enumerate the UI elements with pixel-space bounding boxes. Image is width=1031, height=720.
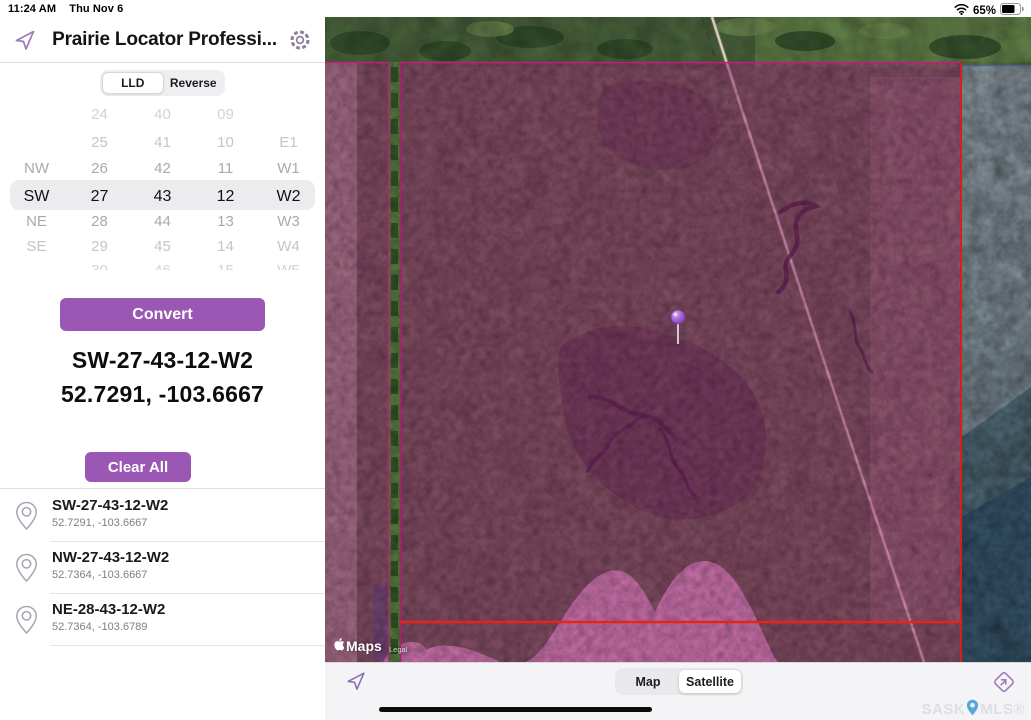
status-date: Thu Nov 6: [69, 3, 123, 15]
maps-attribution-label: Maps: [346, 638, 382, 654]
prairie-locator-app: 11:24 AM Thu Nov 6 65% Prairie Locator P…: [0, 0, 1031, 720]
lld-picker-wheels[interactable]: 244009 254110E1 NW264211W1 SW274312W2 NE…: [5, 108, 320, 270]
battery-percent: 65%: [973, 5, 996, 17]
saved-location-row[interactable]: SW-27-43-12-W2 52.7291, -103.6667: [0, 490, 325, 542]
tab-map[interactable]: Map: [617, 670, 679, 693]
app-header: Prairie Locator Professi...: [0, 25, 325, 61]
tab-reverse[interactable]: Reverse: [164, 72, 224, 94]
page-title: Prairie Locator Professi...: [44, 29, 285, 51]
header-divider: [0, 62, 325, 63]
picker-row[interactable]: 244009: [5, 108, 320, 128]
picker-row[interactable]: NE284413W3: [5, 209, 320, 235]
result-coordinates: 52.7291, -103.6667: [0, 381, 325, 408]
current-location-button[interactable]: [345, 670, 367, 697]
result-lld: SW-27-43-12-W2: [0, 347, 325, 374]
legal-link[interactable]: Legal: [389, 645, 407, 654]
saved-location-lld: NW-27-43-12-W2: [52, 549, 169, 566]
clear-all-button[interactable]: Clear All: [85, 452, 191, 482]
apple-logo-icon: [332, 637, 344, 654]
saved-location-coords: 52.7364, -103.6667: [52, 569, 147, 581]
map-type-segmented-control: Map Satellite: [615, 668, 743, 695]
settings-gear-icon[interactable]: [288, 28, 312, 57]
tab-satellite[interactable]: Satellite: [679, 670, 741, 693]
picker-row[interactable]: SE294514W4: [5, 234, 320, 260]
watermark-pin-icon: [966, 699, 979, 720]
status-time-date: 11:24 AM Thu Nov 6: [8, 3, 123, 15]
status-bar: 11:24 AM Thu Nov 6 65%: [0, 0, 1031, 17]
battery-icon: [1000, 2, 1025, 20]
saved-location-row[interactable]: NE-28-43-12-W2 52.7364, -103.6789: [0, 594, 325, 646]
saved-location-coords: 52.7291, -103.6667: [52, 517, 147, 529]
saved-location-coords: 52.7364, -103.6789: [52, 621, 147, 633]
home-indicator[interactable]: [379, 707, 652, 712]
list-divider: [0, 488, 325, 489]
saved-location-lld: NE-28-43-12-W2: [52, 601, 165, 618]
map-panel: Maps Legal Map Satellite SASK MLS®: [325, 0, 1031, 720]
apple-maps-attribution: Maps: [332, 637, 382, 654]
picker-row[interactable]: NW264211W1: [5, 156, 320, 182]
picker-row[interactable]: 254110E1: [5, 130, 320, 156]
map-toolbar: Map Satellite SASK MLS®: [325, 662, 1031, 720]
saved-location-row[interactable]: NW-27-43-12-W2 52.7364, -103.6667: [0, 542, 325, 594]
status-time: 11:24 AM: [8, 3, 56, 15]
picker-row[interactable]: 304615W5: [5, 258, 320, 270]
row-divider: [50, 645, 325, 646]
convert-button[interactable]: Convert: [60, 298, 265, 331]
directions-diamond-icon[interactable]: [991, 669, 1017, 700]
sidebar: Prairie Locator Professi... LLD Reverse …: [0, 17, 325, 720]
location-arrow-icon[interactable]: [13, 28, 37, 57]
satellite-map[interactable]: Maps Legal: [325, 17, 1031, 662]
satellite-map-canvas[interactable]: [325, 17, 1031, 662]
map-pin-icon: [15, 605, 38, 640]
saved-location-lld: SW-27-43-12-W2: [52, 497, 168, 514]
picker-row-selected[interactable]: SW274312W2: [5, 182, 320, 212]
map-pin-icon: [15, 553, 38, 588]
tab-lld[interactable]: LLD: [102, 72, 164, 94]
mode-segmented-control: LLD Reverse: [100, 70, 225, 96]
saskmls-watermark: SASK MLS®: [922, 699, 1025, 720]
wifi-icon: [954, 2, 969, 20]
map-pin-icon: [15, 501, 38, 536]
